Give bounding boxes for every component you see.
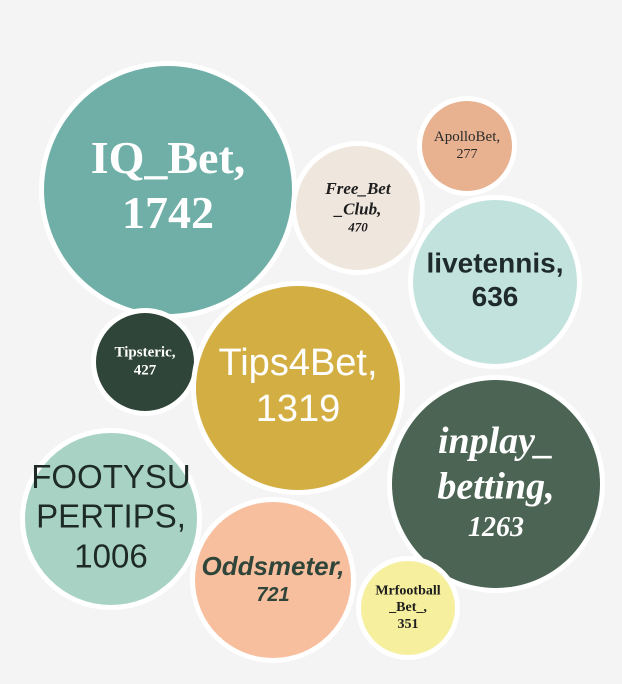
- bubble-mrfootball-bet: Mrfootball _Bet_, 351: [356, 556, 460, 660]
- bubble-label: ApolloBet,: [434, 129, 500, 145]
- bubble-value: 427: [134, 362, 157, 378]
- bubble-value: 1319: [256, 388, 341, 430]
- bubble-iq-bet: IQ_Bet,1742: [39, 61, 297, 319]
- bubble-value: 277: [457, 147, 478, 162]
- bubble-tipsteric: Tipsteric, 427: [91, 308, 199, 416]
- bubble-tips4bet: Tips4Bet,1319: [191, 281, 405, 495]
- bubble-mark: [422, 101, 512, 191]
- bubble-label: _Bet_,: [388, 600, 427, 615]
- bubble-label: Mrfootball: [375, 583, 440, 598]
- bubble-label: Free_Bet: [324, 179, 391, 198]
- bubble-label: IQ_Bet,: [91, 132, 246, 183]
- bubble-value: 470: [347, 219, 368, 234]
- bubble-value: 351: [398, 617, 419, 632]
- bubble-label: FOOTYSU: [31, 458, 191, 495]
- bubble-free-bet-club: Free_Bet_Club,470: [291, 141, 425, 275]
- bubble-label: livetennis,: [427, 248, 564, 279]
- bubble-label: Tips4Bet,: [218, 342, 377, 384]
- bubble-label: Oddsmeter,: [201, 551, 344, 581]
- bubble-label: _Club,: [333, 199, 382, 218]
- bubble-apollobet: ApolloBet, 277: [417, 96, 517, 196]
- bubble-value: 1742: [122, 187, 214, 238]
- bubble-label: Tipsteric,: [115, 344, 176, 360]
- bubble-chart: IQ_Bet,1742 Free_Bet_Club,470ApolloBet,27…: [20, 61, 605, 663]
- bubble-label: PERTIPS,: [36, 498, 186, 535]
- bubble-label: inplay_: [438, 420, 554, 462]
- bubble-value: 636: [472, 281, 519, 312]
- bubble-value: 1006: [74, 537, 147, 574]
- bubble-footysupertips: FOOTYSUPERTIPS,1006: [20, 428, 202, 610]
- bubble-oddsmeter: Oddsmeter, 721: [190, 497, 356, 663]
- bubble-livetennis: livetennis,636: [408, 195, 582, 369]
- bubble-value: 1263: [468, 512, 524, 543]
- bubble-value: 721: [256, 584, 289, 606]
- bubble-label: betting,: [437, 466, 554, 508]
